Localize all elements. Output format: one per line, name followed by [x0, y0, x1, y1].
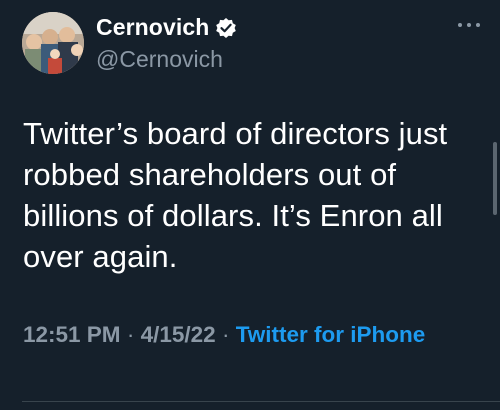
scrollbar[interactable]: [493, 142, 497, 215]
tweet-metadata: 12:51 PM · 4/15/22 · Twitter for iPhone: [23, 318, 463, 351]
tweet-text: Twitter’s board of directors just robbed…: [23, 116, 448, 274]
display-name[interactable]: Cernovich: [96, 14, 209, 41]
tweet-time[interactable]: 12:51 PM: [23, 322, 121, 347]
avatar[interactable]: [22, 12, 84, 74]
user-handle[interactable]: @Cernovich: [96, 46, 237, 73]
author-names: Cernovich @Cernovich: [96, 14, 237, 73]
tweet-source-link[interactable]: Twitter for iPhone: [236, 322, 426, 347]
verified-badge-icon: [215, 17, 237, 39]
divider: [22, 401, 500, 402]
meta-separator: ·: [126, 322, 135, 347]
meta-separator-2: ·: [221, 322, 230, 347]
tweet-header: Cernovich @Cernovich: [22, 12, 237, 74]
name-row: Cernovich: [96, 14, 237, 42]
more-options-icon[interactable]: [456, 18, 482, 32]
tweet-card: Cernovich @Cernovich Twitter’s board of …: [0, 0, 500, 410]
tweet-date[interactable]: 4/15/22: [141, 322, 216, 347]
